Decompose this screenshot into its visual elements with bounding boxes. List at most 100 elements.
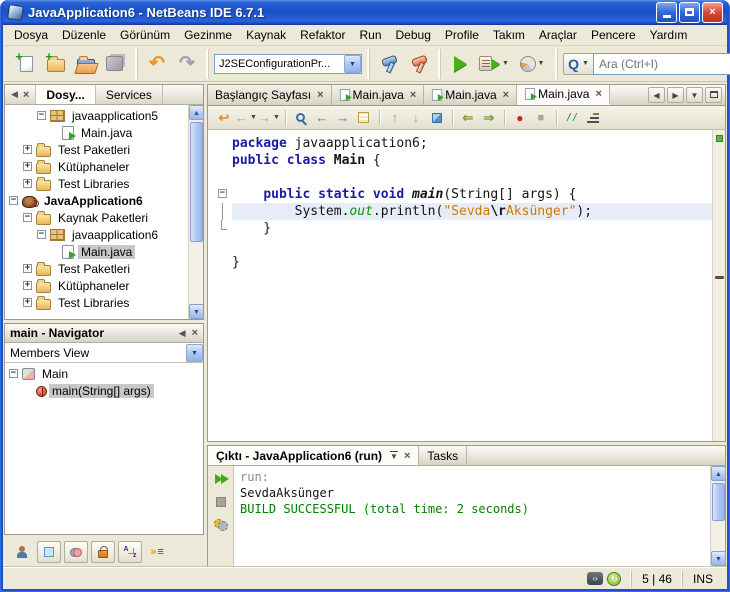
show-fields-button[interactable] (37, 541, 61, 563)
tree-item[interactable]: + Test Libraries (5, 294, 188, 311)
menu-item[interactable]: Düzenle (55, 26, 113, 44)
output-scrollbar[interactable]: ▲ ▼ (710, 466, 726, 566)
fold-collapse-icon[interactable]: − (218, 189, 227, 198)
show-non-public-members-button[interactable] (91, 541, 115, 563)
search-scope-button[interactable]: Q ▼ (563, 52, 593, 75)
chevron-down-icon[interactable]: ▼ (538, 60, 545, 67)
run-button[interactable] (446, 50, 474, 78)
code-line[interactable]: System.out.println("Sevda\rAksünger"); (208, 203, 712, 220)
code-line[interactable]: } (208, 254, 712, 271)
tree-item[interactable]: − JavaApplication6 (5, 192, 188, 209)
menu-item[interactable]: Pencere (584, 26, 643, 44)
menu-item[interactable]: Araçlar (532, 26, 584, 44)
menu-item[interactable]: Debug (389, 26, 438, 44)
minimize-button[interactable] (656, 2, 677, 23)
scrollbar-thumb[interactable] (190, 122, 203, 242)
tree-item[interactable]: + Test Paketleri (5, 260, 188, 277)
ant-settings-button[interactable] (211, 516, 231, 534)
menu-item[interactable]: Yardım (643, 26, 695, 44)
tab-files[interactable]: Dosy... (36, 85, 96, 104)
code-line[interactable]: package javaapplication6; (208, 135, 712, 152)
plus-expander-icon[interactable]: + (23, 162, 32, 171)
tab-output[interactable]: Çıktı - JavaApplication6 (run) ▼ × (208, 446, 420, 465)
minus-expander-icon[interactable]: − (23, 213, 32, 222)
scroll-up-icon[interactable]: ▲ (711, 466, 726, 481)
current-line-mark[interactable] (715, 276, 724, 280)
search-input[interactable] (593, 52, 730, 75)
close-panel-icon[interactable]: × (192, 327, 198, 339)
tree-item[interactable]: − Kaynak Paketleri (5, 209, 188, 226)
code-editor[interactable]: package javaapplication6; public class Ma… (207, 130, 726, 442)
next-bookmark-button[interactable]: ↓ (406, 108, 426, 128)
sort-alphabetically-button[interactable]: Az (118, 541, 142, 563)
tree-item[interactable]: + Test Paketleri (5, 141, 188, 158)
forward-button[interactable]: → ▼ (258, 108, 280, 128)
tab-list-dropdown-icon[interactable]: ▼ (686, 87, 703, 103)
clean-build-button[interactable] (405, 50, 433, 78)
maximize-editor-button[interactable] (705, 87, 722, 103)
code-line[interactable]: } (208, 220, 712, 237)
shift-left-button[interactable]: ⇐ (458, 108, 478, 128)
code-line[interactable] (208, 237, 712, 254)
output-text[interactable]: run: SevdaAksünger BUILD SUCCESSFUL (total… (234, 466, 710, 566)
minus-expander-icon[interactable]: − (37, 230, 46, 239)
menu-item[interactable]: Kaynak (239, 26, 293, 44)
show-inherited-members-button[interactable] (10, 541, 34, 563)
chevron-down-icon[interactable]: ▼ (344, 54, 361, 73)
close-button[interactable]: × (702, 2, 723, 23)
update-notification-icon[interactable]: ↻ (607, 571, 622, 586)
tree-item[interactable]: − javaapplication5 (5, 107, 188, 124)
plus-expander-icon[interactable]: + (23, 264, 32, 273)
dock-left-icon[interactable]: ◀ (11, 89, 18, 100)
editor-tab[interactable]: Main.java × (424, 85, 518, 105)
plus-expander-icon[interactable]: + (23, 145, 32, 154)
stop-build-button[interactable] (211, 493, 231, 511)
scroll-tabs-left-icon[interactable]: ◀ (648, 87, 665, 103)
pin-dropdown-icon[interactable]: ▼ (390, 450, 398, 461)
close-tab-icon[interactable]: × (503, 89, 509, 101)
filters-button[interactable]: ≡ (145, 541, 169, 563)
menu-item[interactable]: Görünüm (113, 26, 177, 44)
back-button[interactable]: ← ▼ (235, 108, 257, 128)
scroll-down-icon[interactable]: ▼ (189, 304, 203, 319)
profile-button[interactable]: ▼ (514, 50, 550, 78)
tree-item[interactable]: + Kütüphaneler (5, 158, 188, 175)
tree-item[interactable]: Main.java (5, 243, 188, 260)
new-file-button[interactable]: + (12, 50, 40, 78)
projects-scrollbar[interactable]: ▲ ▼ (188, 105, 203, 319)
scroll-up-icon[interactable]: ▲ (189, 105, 203, 120)
close-tab-icon[interactable]: × (410, 89, 416, 101)
navigator-view-combo[interactable]: Members View ▼ (5, 343, 203, 363)
save-all-button[interactable] (102, 50, 130, 78)
menu-item[interactable]: Run (353, 26, 389, 44)
menu-item[interactable]: Refaktor (293, 26, 352, 44)
find-next-button[interactable]: → (333, 108, 353, 128)
find-previous-button[interactable]: ← (312, 108, 332, 128)
open-project-button[interactable] (72, 50, 100, 78)
tree-item[interactable]: − javaapplication6 (5, 226, 188, 243)
rerun-button[interactable] (211, 470, 231, 488)
scrollbar-thumb[interactable] (712, 483, 725, 521)
maximize-button[interactable] (679, 2, 700, 23)
menu-item[interactable]: Takım (486, 26, 532, 44)
close-tab-icon[interactable]: × (317, 89, 323, 101)
title-bar[interactable]: JavaApplication6 - NetBeans IDE 6.7.1 × (3, 0, 727, 25)
minus-expander-icon[interactable]: − (9, 369, 18, 378)
tab-services[interactable]: Services (96, 85, 163, 104)
plus-expander-icon[interactable]: + (23, 281, 32, 290)
editor-tab[interactable]: Main.java × (517, 85, 610, 105)
menu-item[interactable]: Dosya (7, 26, 55, 44)
code-area[interactable]: package javaapplication6; public class Ma… (208, 130, 712, 441)
start-macro-button[interactable]: ● (510, 108, 530, 128)
error-stripe[interactable] (712, 130, 725, 441)
uncomment-button[interactable] (583, 108, 603, 128)
tree-item[interactable]: + Test Libraries (5, 175, 188, 192)
keyboard-layout-icon[interactable]: ‹› (587, 572, 604, 585)
toggle-highlight-button[interactable] (354, 108, 374, 128)
previous-bookmark-button[interactable]: ↑ (385, 108, 405, 128)
shift-right-button[interactable]: ⇒ (479, 108, 499, 128)
close-tab-icon[interactable]: × (404, 450, 410, 462)
plus-expander-icon[interactable]: + (23, 298, 32, 307)
chevron-down-icon[interactable]: ▼ (502, 60, 509, 67)
tree-item[interactable]: main(String[] args) (5, 382, 203, 399)
